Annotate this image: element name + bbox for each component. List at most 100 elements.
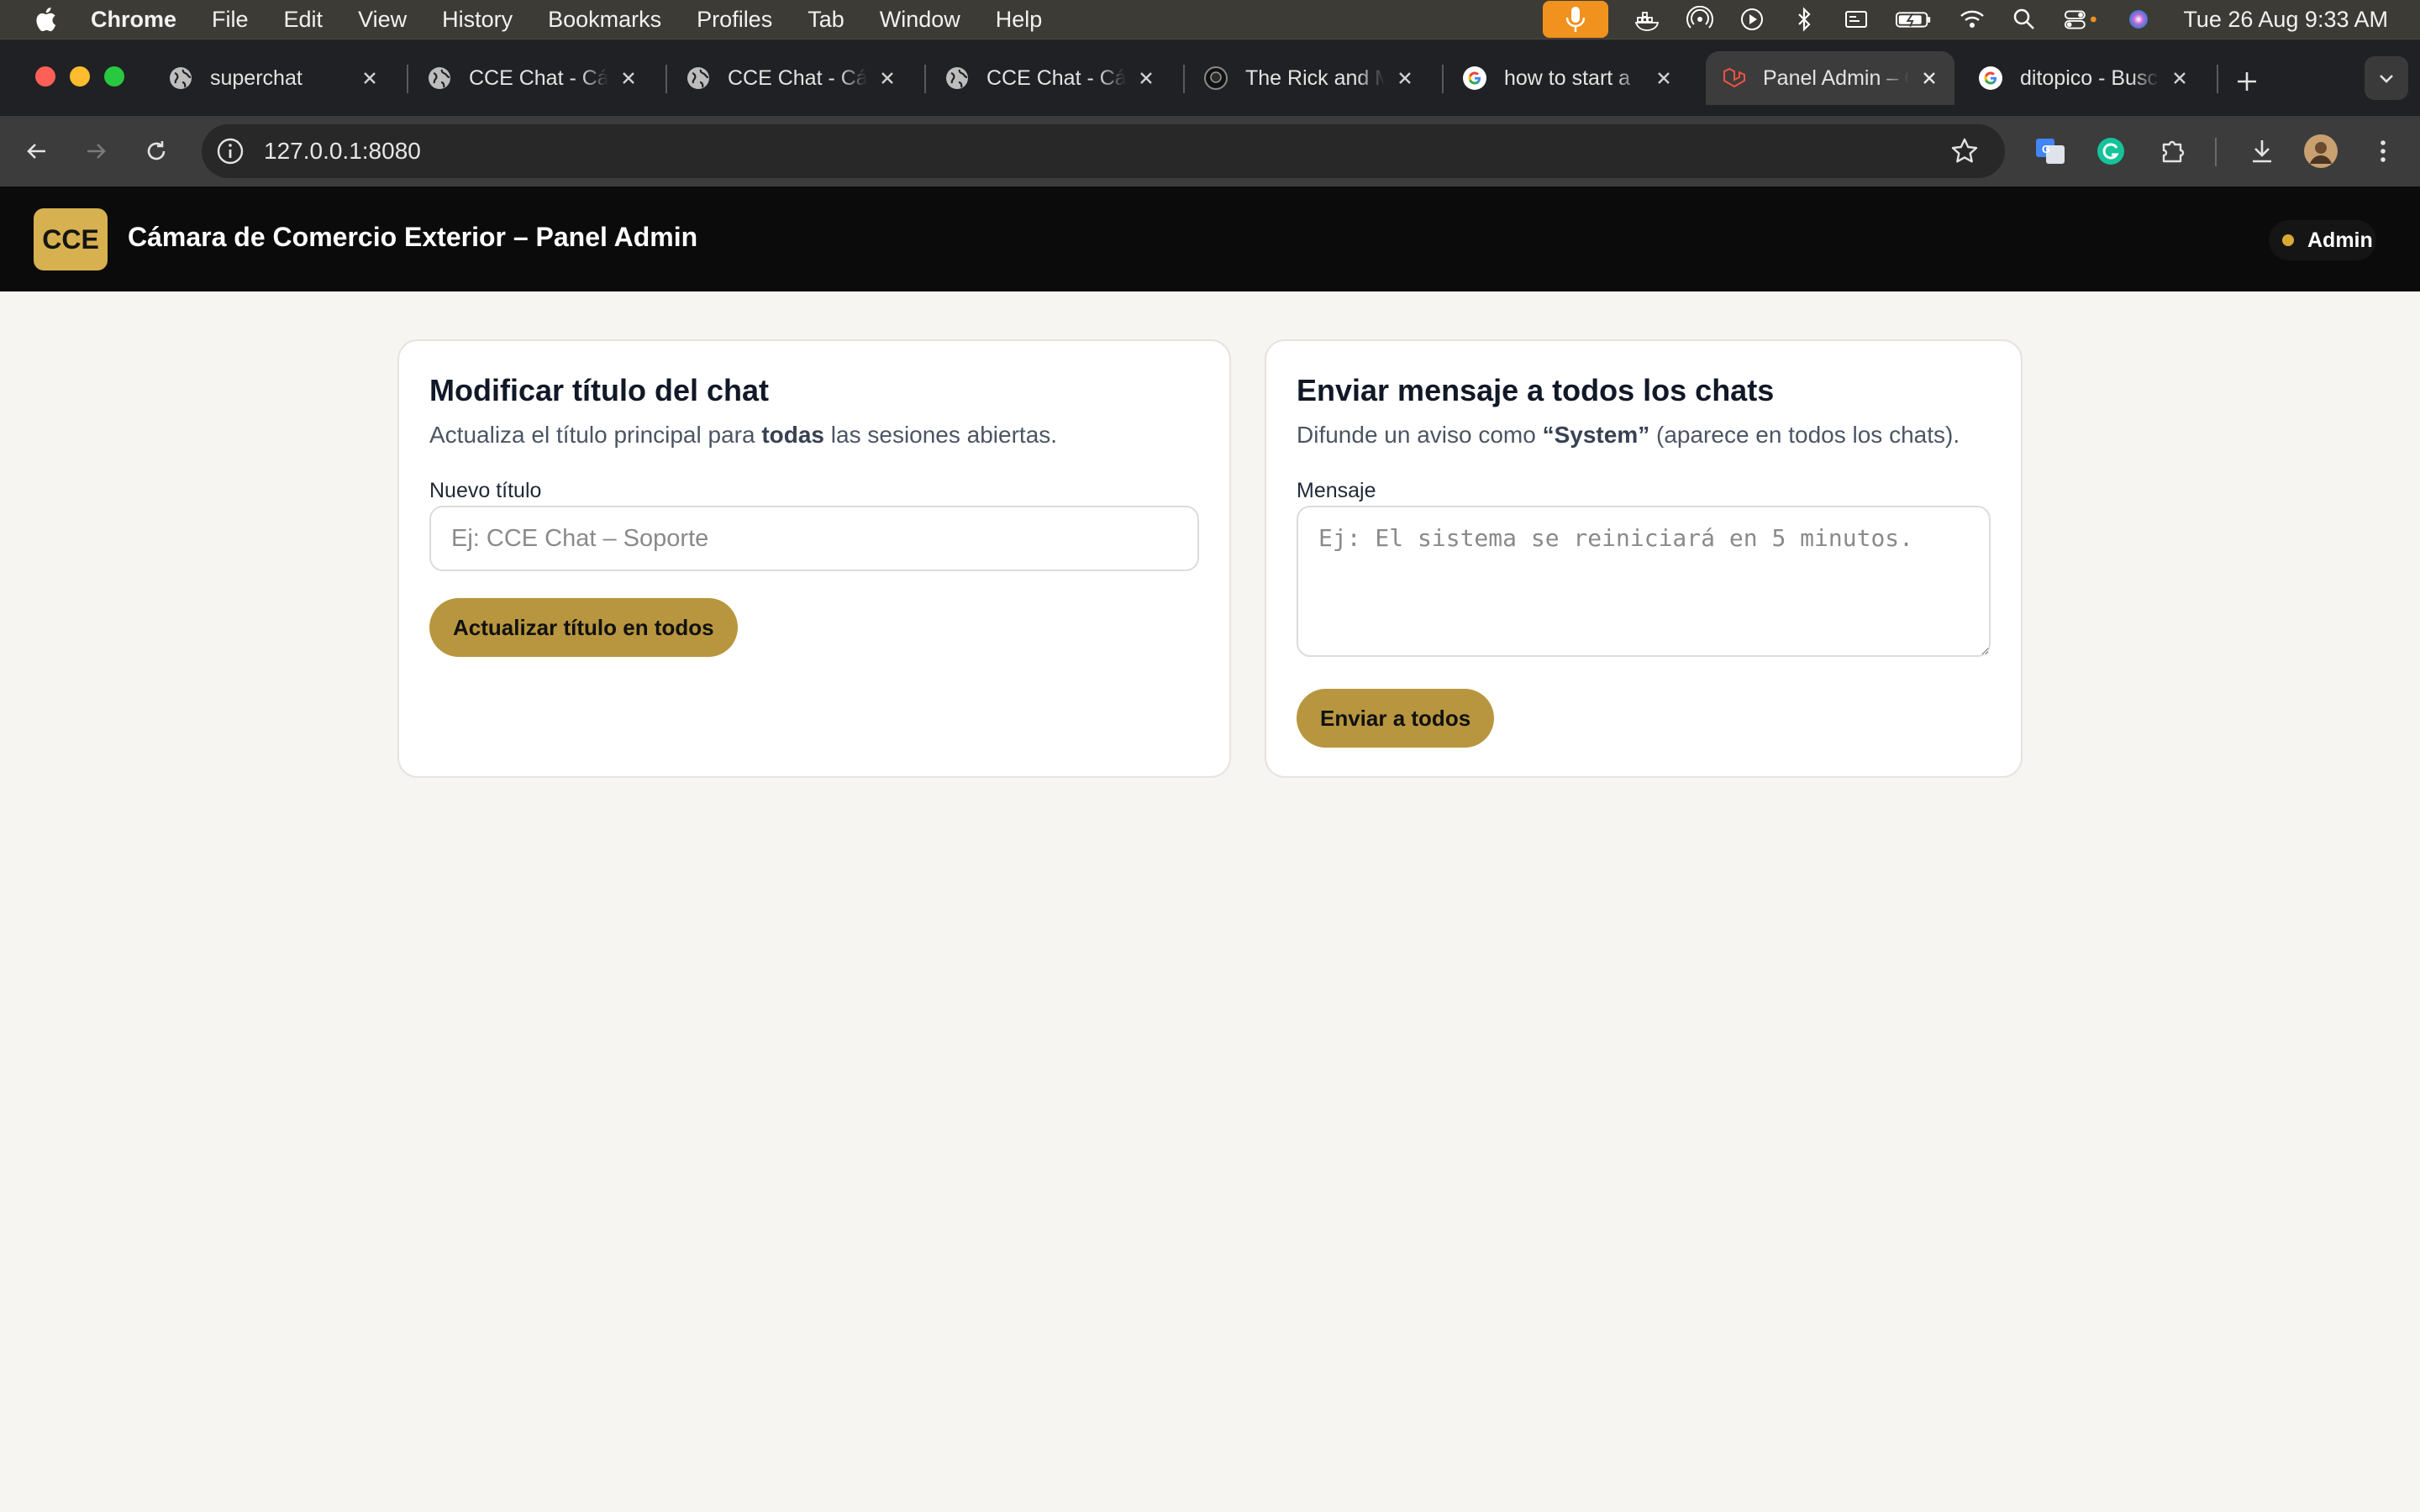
close-tab-icon[interactable]: [1652, 66, 1676, 90]
user-status-badge: Admin: [2269, 220, 2376, 260]
maximize-window-button[interactable]: [104, 66, 124, 87]
close-tab-icon[interactable]: [358, 66, 381, 90]
close-tab-icon[interactable]: [617, 66, 640, 90]
apple-menu-icon[interactable]: [32, 5, 57, 34]
close-tab-icon[interactable]: [1134, 66, 1158, 90]
browser-tab[interactable]: how to start a: [1447, 51, 1689, 105]
macos-menu-bar: Chrome File Edit View History Bookmarks …: [0, 0, 2420, 39]
chrome-menu-button[interactable]: [2365, 133, 2402, 170]
bookmark-star-icon[interactable]: [1949, 136, 1980, 166]
browser-tab[interactable]: superchat: [153, 51, 395, 105]
card-heading: Enviar mensaje a todos los chats: [1297, 373, 1775, 407]
browser-tab[interactable]: CCE Chat - Cámara: [412, 51, 654, 105]
wifi-icon[interactable]: [1958, 5, 1986, 34]
globe-icon: [429, 67, 450, 89]
tab-title: CCE Chat - Cámara: [469, 66, 608, 90]
send-to-all-button[interactable]: Enviar a todos: [1297, 689, 1495, 748]
siri-icon[interactable]: [2124, 5, 2153, 34]
new-title-label: Nuevo título: [429, 479, 542, 502]
laravel-icon: [1723, 67, 1745, 88]
site-info-icon[interactable]: [213, 134, 247, 168]
globe-icon: [946, 67, 968, 89]
card-description: Difunde un aviso como “System” (aparece …: [1297, 422, 1960, 449]
card-description: Actualiza el título principal para todas…: [429, 422, 1057, 449]
globe-icon: [687, 67, 709, 89]
change-title-card: Modificar título del chat Actualiza el t…: [397, 339, 1231, 778]
display-icon[interactable]: [1842, 5, 1870, 34]
tab-title: how to start a: [1504, 66, 1631, 90]
description-emphasis: “System”: [1542, 422, 1650, 448]
browser-tab-strip: superchat CCE Chat - Cámara CCE Chat - C…: [0, 39, 2420, 117]
chevron-down-icon: [2380, 75, 2393, 83]
description-text-end: (aparece en todos los chats).: [1649, 422, 1960, 448]
close-tab-icon[interactable]: [1393, 66, 1417, 90]
back-button[interactable]: [18, 133, 55, 170]
grammarly-extension-icon[interactable]: [2092, 133, 2129, 170]
browser-tab[interactable]: The Rick and Morty: [1188, 51, 1430, 105]
menu-tab[interactable]: Tab: [808, 7, 844, 33]
close-window-button[interactable]: [35, 66, 55, 87]
description-text: Difunde un aviso como: [1297, 422, 1543, 448]
app-header: CCE Cámara de Comercio Exterior – Panel …: [0, 186, 2420, 291]
online-status-dot: [2282, 234, 2294, 246]
tab-separator: [1442, 65, 1444, 93]
new-title-input[interactable]: [429, 506, 1199, 571]
card-heading: Modificar título del chat: [429, 373, 770, 407]
description-emphasis: todas: [761, 422, 825, 448]
description-text: Actualiza el título principal para: [429, 422, 762, 448]
tab-separator: [1183, 65, 1185, 93]
downloads-icon[interactable]: [2244, 133, 2281, 170]
address-bar-url: 127.0.0.1:8080: [264, 138, 421, 164]
browser-tab[interactable]: CCE Chat - Cámara: [929, 51, 1171, 105]
close-tab-icon[interactable]: [876, 66, 899, 90]
menu-bar-clock[interactable]: Tue 26 Aug 9:33 AM: [2183, 7, 2388, 33]
broadcast-message-textarea[interactable]: [1297, 506, 1991, 657]
menu-profiles[interactable]: Profiles: [697, 7, 772, 33]
menu-edit[interactable]: Edit: [284, 7, 324, 33]
address-bar[interactable]: 127.0.0.1:8080: [202, 124, 2005, 178]
tab-title: The Rick and Morty: [1245, 66, 1385, 90]
menu-help[interactable]: Help: [996, 7, 1043, 33]
profile-avatar[interactable]: [2302, 133, 2339, 170]
reload-button[interactable]: [138, 133, 175, 170]
bluetooth-icon[interactable]: [1790, 5, 1818, 34]
browser-tab-active[interactable]: Panel Admin – CCE: [1706, 51, 1954, 105]
menu-bar-status-area: Tue 26 Aug 9:33 AM: [1543, 0, 2420, 39]
close-tab-icon[interactable]: [1918, 66, 1941, 90]
forward-button[interactable]: [77, 133, 114, 170]
google-translate-extension-icon[interactable]: G: [2032, 133, 2069, 170]
spotlight-search-icon[interactable]: [2010, 5, 2039, 34]
menu-bookmarks[interactable]: Bookmarks: [548, 7, 661, 33]
tab-separator: [407, 65, 408, 93]
menu-file[interactable]: File: [212, 7, 249, 33]
svg-text:G: G: [2042, 143, 2050, 155]
minimize-window-button[interactable]: [70, 66, 90, 87]
tab-title: superchat: [210, 66, 302, 90]
tab-title: CCE Chat - Cámara: [986, 66, 1126, 90]
tab-search-button[interactable]: [2365, 56, 2408, 100]
close-tab-icon[interactable]: [2168, 66, 2191, 90]
tab-separator: [924, 65, 926, 93]
extensions-puzzle-icon[interactable]: [2154, 133, 2191, 170]
browser-tab[interactable]: CCE Chat - Cámara: [671, 51, 913, 105]
control-center-icon[interactable]: [2062, 5, 2101, 34]
update-title-button[interactable]: Actualizar título en todos: [429, 598, 738, 657]
reload-icon: [147, 141, 166, 160]
microphone-in-use-icon[interactable]: [1543, 1, 1609, 38]
menu-view[interactable]: View: [358, 7, 407, 33]
google-icon: [1463, 66, 1486, 90]
arrow-left-icon: [27, 144, 45, 159]
menu-app-chrome[interactable]: Chrome: [91, 7, 176, 33]
airdrop-icon[interactable]: [1686, 5, 1714, 34]
docker-icon[interactable]: [1634, 5, 1662, 34]
browser-tab[interactable]: ditopico - Buscar: [1963, 51, 2205, 105]
new-tab-icon[interactable]: [2230, 65, 2264, 98]
arrow-right-icon: [87, 144, 106, 159]
menu-history[interactable]: History: [442, 7, 513, 33]
kebab-menu-icon: [2381, 140, 2386, 162]
menu-window[interactable]: Window: [880, 7, 960, 33]
play-icon[interactable]: [1738, 5, 1766, 34]
battery-icon[interactable]: [1894, 5, 1934, 34]
tab-separator: [2217, 65, 2218, 93]
description-text-end: las sesiones abiertas.: [824, 422, 1058, 448]
